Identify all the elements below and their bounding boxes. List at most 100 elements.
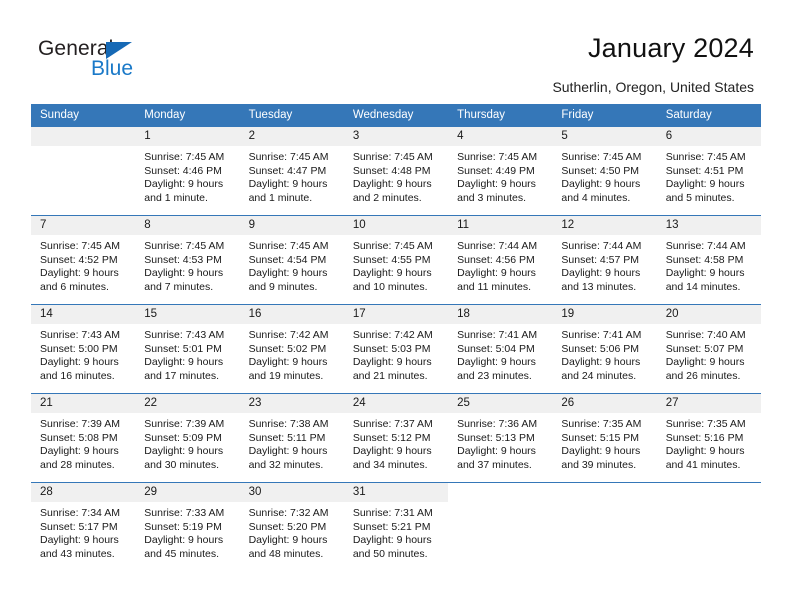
sunset-time: Sunset: 4:50 PM — [561, 164, 640, 177]
calendar-day[interactable]: 22 Sunrise: 7:39 AM Sunset: 5:09 PM Dayligh… — [135, 394, 240, 482]
calendar-day[interactable]: 21 Sunrise: 7:39 AM Sunset: 5:08 PM Dayligh… — [31, 394, 136, 482]
calendar-cell: 20 Sunrise: 7:40 AM Sunset: 5:07 PM Dayligh… — [656, 304, 761, 394]
calendar-cell: 29 Sunrise: 7:33 AM Sunset: 5:19 PM Dayligh… — [135, 482, 240, 571]
sunset-time: Sunset: 5:08 PM — [40, 431, 118, 444]
daylight-duration-line2: and 23 minutes. — [457, 369, 532, 382]
sunrise-time: Sunrise: 7:45 AM — [40, 240, 120, 252]
day-details: Sunrise: 7:45 AM Sunset: 4:51 PM Daylight:… — [657, 146, 761, 205]
daylight-duration-line1: Daylight: 9 hours — [248, 178, 328, 191]
calendar-page: General Blue January 2024 Sutherlin, Ore… — [0, 0, 792, 612]
day-details: Sunrise: 7:45 AM Sunset: 4:53 PM Daylight:… — [135, 235, 239, 294]
sunrise-time: Sunrise: 7:41 AM — [561, 329, 642, 341]
calendar-day[interactable]: 17 Sunrise: 7:42 AM Sunset: 5:03 PM Dayligh… — [343, 305, 449, 393]
day-number: 3 — [343, 127, 449, 146]
calendar-day[interactable]: 14 Sunrise: 7:43 AM Sunset: 5:00 PM Dayligh… — [31, 305, 136, 393]
calendar-cell: 16 Sunrise: 7:42 AM Sunset: 5:02 PM Dayligh… — [239, 304, 344, 394]
calendar-day[interactable]: 20 Sunrise: 7:40 AM Sunset: 5:07 PM Dayligh… — [656, 305, 761, 393]
daylight-duration-line2: and 21 minutes. — [352, 369, 428, 382]
daylight-duration-line1: Daylight: 9 hours — [561, 356, 641, 369]
calendar-cell: 14 Sunrise: 7:43 AM Sunset: 5:00 PM Dayligh… — [31, 304, 136, 394]
day-number: 4 — [448, 127, 553, 146]
calendar-day[interactable]: 15 Sunrise: 7:43 AM Sunset: 5:01 PM Dayligh… — [135, 305, 240, 393]
calendar-day[interactable]: 27 Sunrise: 7:35 AM Sunset: 5:16 PM Dayligh… — [656, 394, 761, 482]
day-number: 8 — [135, 216, 240, 235]
day-details: Sunrise: 7:45 AM Sunset: 4:48 PM Daylight:… — [344, 146, 448, 205]
sunset-time: Sunset: 5:09 PM — [144, 431, 222, 444]
calendar-day[interactable]: 6 Sunrise: 7:45 AM Sunset: 4:51 PM Daylight… — [656, 127, 761, 215]
calendar-day[interactable]: 24 Sunrise: 7:37 AM Sunset: 5:12 PM Dayligh… — [343, 394, 449, 482]
calendar-day[interactable]: 3 Sunrise: 7:45 AM Sunset: 4:48 PM Daylight… — [343, 127, 449, 215]
daylight-duration-line2: and 17 minutes. — [144, 369, 219, 382]
calendar-cell: 2 Sunrise: 7:45 AM Sunset: 4:47 PM Daylight… — [239, 127, 344, 216]
calendar-cell: 23 Sunrise: 7:38 AM Sunset: 5:11 PM Dayligh… — [239, 393, 344, 483]
day-details: Sunrise: 7:36 AM Sunset: 5:13 PM Daylight:… — [448, 413, 552, 472]
daylight-duration-line2: and 1 minute. — [248, 191, 313, 204]
calendar-cell: 7 Sunrise: 7:45 AM Sunset: 4:52 PM Daylight… — [31, 215, 136, 305]
calendar-day[interactable]: 12 Sunrise: 7:44 AM Sunset: 4:57 PM Dayligh… — [552, 216, 657, 304]
day-number: 9 — [239, 216, 344, 235]
calendar-cell: 21 Sunrise: 7:39 AM Sunset: 5:08 PM Dayligh… — [31, 393, 136, 483]
calendar-day[interactable]: 2 Sunrise: 7:45 AM Sunset: 4:47 PM Daylight… — [239, 127, 344, 215]
calendar-day[interactable]: 7 Sunrise: 7:45 AM Sunset: 4:52 PM Daylight… — [31, 216, 136, 304]
weekday-header-friday: Friday — [552, 104, 657, 127]
daylight-duration-line2: and 3 minutes. — [457, 191, 527, 204]
sunrise-time: Sunrise: 7:32 AM — [248, 507, 329, 519]
day-details: Sunrise: 7:37 AM Sunset: 5:12 PM Daylight:… — [344, 413, 448, 472]
calendar-day[interactable]: 19 Sunrise: 7:41 AM Sunset: 5:06 PM Dayligh… — [552, 305, 657, 393]
calendar-day[interactable]: 30 Sunrise: 7:32 AM Sunset: 5:20 PM Dayligh… — [239, 483, 344, 571]
page-subtitle: Sutherlin, Oregon, United States — [552, 79, 754, 95]
daylight-duration-line2: and 30 minutes. — [144, 458, 219, 471]
calendar-day[interactable]: 31 Sunrise: 7:31 AM Sunset: 5:21 PM Dayligh… — [343, 483, 449, 571]
calendar-cell: 1 Sunrise: 7:45 AM Sunset: 4:46 PM Daylight… — [135, 127, 240, 216]
calendar-day[interactable]: 8 Sunrise: 7:45 AM Sunset: 4:53 PM Daylight… — [135, 216, 240, 304]
daylight-duration-line2: and 14 minutes. — [665, 280, 741, 293]
calendar-day[interactable]: 25 Sunrise: 7:36 AM Sunset: 5:13 PM Dayligh… — [448, 394, 553, 482]
day-number — [31, 127, 136, 146]
sunrise-time: Sunrise: 7:33 AM — [144, 507, 225, 519]
calendar-cell: 11 Sunrise: 7:44 AM Sunset: 4:56 PM Dayligh… — [448, 215, 553, 305]
calendar-day[interactable]: 29 Sunrise: 7:33 AM Sunset: 5:19 PM Dayligh… — [135, 483, 240, 571]
calendar-day[interactable]: 28 Sunrise: 7:34 AM Sunset: 5:17 PM Dayligh… — [31, 483, 136, 571]
calendar-day[interactable]: 16 Sunrise: 7:42 AM Sunset: 5:02 PM Dayligh… — [239, 305, 344, 393]
sunrise-time: Sunrise: 7:45 AM — [248, 151, 329, 163]
daylight-duration-line1: Daylight: 9 hours — [561, 178, 641, 191]
day-number: 18 — [448, 305, 553, 324]
daylight-duration-line2: and 28 minutes. — [40, 458, 115, 471]
sunrise-time: Sunrise: 7:39 AM — [40, 418, 120, 430]
calendar-day[interactable]: 5 Sunrise: 7:45 AM Sunset: 4:50 PM Daylight… — [552, 127, 657, 215]
sunset-time: Sunset: 5:12 PM — [352, 431, 431, 444]
calendar-day[interactable]: 18 Sunrise: 7:41 AM Sunset: 5:04 PM Dayligh… — [448, 305, 553, 393]
calendar-week-row: 28 Sunrise: 7:34 AM Sunset: 5:17 PM Dayligh… — [31, 482, 761, 571]
sunrise-time: Sunrise: 7:34 AM — [40, 507, 120, 519]
calendar-day[interactable]: 10 Sunrise: 7:45 AM Sunset: 4:55 PM Dayligh… — [343, 216, 449, 304]
daylight-duration-line2: and 13 minutes. — [561, 280, 637, 293]
calendar-cell: 4 Sunrise: 7:45 AM Sunset: 4:49 PM Daylight… — [448, 127, 553, 216]
daylight-duration-line1: Daylight: 9 hours — [561, 267, 641, 280]
calendar-day[interactable]: 13 Sunrise: 7:44 AM Sunset: 4:58 PM Dayligh… — [656, 216, 761, 304]
daylight-duration-line1: Daylight: 9 hours — [457, 356, 536, 369]
daylight-duration-line1: Daylight: 9 hours — [665, 178, 745, 191]
calendar-day[interactable]: 4 Sunrise: 7:45 AM Sunset: 4:49 PM Daylight… — [448, 127, 553, 215]
calendar-cell: 24 Sunrise: 7:37 AM Sunset: 5:12 PM Dayligh… — [343, 393, 449, 483]
calendar-day[interactable]: 1 Sunrise: 7:45 AM Sunset: 4:46 PM Daylight… — [135, 127, 240, 215]
calendar-day[interactable]: 26 Sunrise: 7:35 AM Sunset: 5:15 PM Dayligh… — [552, 394, 657, 482]
daylight-duration-line2: and 6 minutes. — [40, 280, 109, 293]
daylight-duration-line2: and 43 minutes. — [40, 547, 115, 560]
day-details: Sunrise: 7:41 AM Sunset: 5:04 PM Daylight:… — [448, 324, 552, 383]
sunset-time: Sunset: 4:52 PM — [40, 253, 118, 266]
calendar-day[interactable]: 11 Sunrise: 7:44 AM Sunset: 4:56 PM Dayligh… — [448, 216, 553, 304]
day-details: Sunrise: 7:39 AM Sunset: 5:09 PM Daylight:… — [135, 413, 239, 472]
daylight-duration-line1: Daylight: 9 hours — [352, 267, 432, 280]
weekday-header-saturday: Saturday — [656, 104, 761, 127]
day-details: Sunrise: 7:44 AM Sunset: 4:56 PM Daylight:… — [448, 235, 552, 294]
calendar-day[interactable]: 23 Sunrise: 7:38 AM Sunset: 5:11 PM Dayligh… — [239, 394, 344, 482]
sunrise-time: Sunrise: 7:45 AM — [457, 151, 538, 163]
weekday-header-thursday: Thursday — [448, 104, 553, 127]
calendar-cell: 30 Sunrise: 7:32 AM Sunset: 5:20 PM Dayligh… — [239, 482, 344, 571]
calendar-cell: 9 Sunrise: 7:45 AM Sunset: 4:54 PM Daylight… — [239, 215, 344, 305]
daylight-duration-line2: and 34 minutes. — [352, 458, 428, 471]
daylight-duration-line1: Daylight: 9 hours — [248, 445, 328, 458]
general-blue-logo[interactable]: General Blue — [38, 38, 168, 88]
sunset-time: Sunset: 5:00 PM — [40, 342, 118, 355]
calendar-day[interactable]: 9 Sunrise: 7:45 AM Sunset: 4:54 PM Daylight… — [239, 216, 344, 304]
